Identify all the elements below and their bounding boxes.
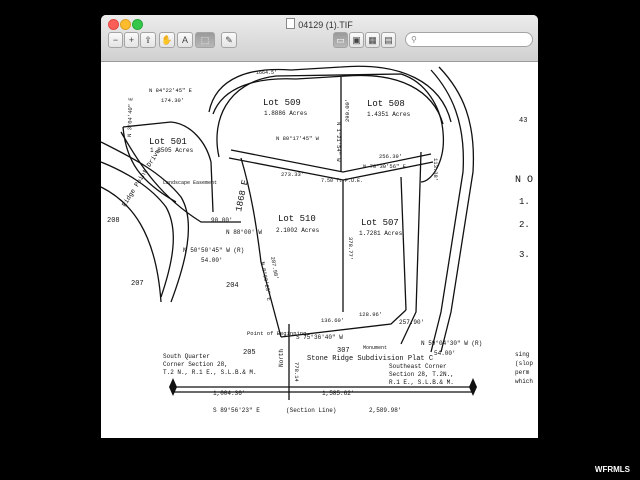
- bearing-label: N 70°30'56" E: [363, 163, 407, 170]
- view-single-button[interactable]: ▭: [333, 32, 348, 48]
- street-label: 1868 E: [234, 179, 251, 213]
- lot-label: Lot 501: [149, 137, 187, 147]
- bearing-label: N 50°50'45" W (R): [183, 247, 244, 254]
- road-label: Ridge Point Drive: [121, 148, 162, 208]
- note-text: perm: [515, 369, 530, 376]
- distance-label: 1,585.62': [322, 390, 354, 397]
- search-icon: ⚲: [411, 35, 417, 44]
- note-number: 1.: [519, 197, 530, 207]
- notes-header: N O: [515, 175, 533, 186]
- lot-label: Lot 510: [278, 214, 316, 224]
- bearing-label: S 89°56'23" E: [213, 407, 260, 414]
- rect-select-button[interactable]: ⬚: [195, 32, 215, 48]
- hand-tool-button[interactable]: ✋: [159, 32, 175, 48]
- bearing-label: N 59°04'30" W (R): [421, 340, 482, 347]
- lot-area: 1.7281 Acres: [359, 230, 403, 237]
- distance-label: 174.30': [161, 97, 184, 104]
- note-text: sing: [515, 351, 530, 358]
- distance-label: 257.90': [399, 319, 424, 326]
- corner-label: South Quarter: [163, 353, 210, 360]
- watermark: WFRMLS: [594, 465, 630, 474]
- document-area[interactable]: Lot 509 1.8886 Acres Lot 508 1.4351 Acre…: [101, 62, 538, 438]
- neighbor-lot-label: 43: [519, 117, 527, 125]
- monument-label: Monument: [363, 345, 387, 351]
- corner-label: T.2 N., R.1 E., S.L.B.& M.: [163, 369, 257, 376]
- plat-title: Stone Ridge Subdivision Plat C: [307, 355, 433, 363]
- lot-area: 1.4351 Acres: [367, 111, 411, 118]
- share-button[interactable]: ⇪: [140, 32, 156, 48]
- bearing-label: N 88°00' W: [226, 229, 262, 236]
- plat-map: Lot 509 1.8886 Acres Lot 508 1.4351 Acre…: [101, 65, 533, 414]
- neighbor-lot-label: 207: [131, 280, 144, 288]
- distance-label: 287.98': [269, 256, 280, 280]
- distance-label: 378.77': [347, 237, 354, 260]
- north-label: North: [278, 349, 285, 367]
- view-contact-button[interactable]: ▦: [365, 32, 380, 48]
- neighbor-lot-label: 208: [107, 217, 120, 225]
- annotate-button[interactable]: ✎: [221, 32, 237, 48]
- window-title: 04129 (1).TIF: [101, 18, 538, 30]
- text-select-button[interactable]: A: [177, 32, 193, 48]
- preview-window: 04129 (1).TIF − + ⇪ ✋ A ⬚ ✎ ▭ ▣ ▦ ▤ ⚲ Lo…: [101, 15, 538, 438]
- bearing-label: N 3°04'40" E: [126, 97, 134, 138]
- bearing-label: N 80°17'45" W: [276, 135, 320, 142]
- distance-label: 1,004.36': [213, 390, 245, 397]
- distance-label: 54.00': [201, 257, 223, 264]
- note-text: (slop: [515, 360, 533, 367]
- distance-label: 136.60': [321, 317, 344, 324]
- distance-label: 128.96': [359, 311, 382, 318]
- corner-label: Corner Section 28,: [163, 361, 228, 368]
- lot-area: 2.1002 Acres: [276, 227, 320, 234]
- zoom-out-button[interactable]: −: [108, 32, 123, 48]
- distance-label: 778.14: [293, 362, 300, 383]
- easement-label: Landscape Easement: [163, 180, 217, 186]
- note-number: 2.: [519, 220, 530, 230]
- neighbor-lot-label: 307: [337, 347, 350, 355]
- lot-area: 1.8886 Acres: [264, 110, 308, 117]
- view-sheet-button[interactable]: ▤: [381, 32, 396, 48]
- note-number: 3.: [519, 250, 530, 260]
- bearing-label: N 84°22'45" E: [149, 87, 193, 94]
- section-line-label: (Section Line): [286, 407, 336, 414]
- lot-label: Lot 508: [367, 99, 405, 109]
- point-of-beginning-label: Point of Beginning: [247, 330, 306, 337]
- lot-label: Lot 509: [263, 98, 301, 108]
- distance-label: 2,589.98': [369, 407, 401, 414]
- distance-label: 113.38': [432, 158, 439, 181]
- document-icon: [286, 18, 296, 29]
- distance-label: 54.00': [434, 350, 456, 357]
- title-bar: 04129 (1).TIF − + ⇪ ✋ A ⬚ ✎ ▭ ▣ ▦ ▤ ⚲: [101, 15, 538, 62]
- corner-label: Section 28, T.2N.,: [389, 371, 454, 378]
- distance-label: 290.00': [344, 99, 351, 122]
- corner-label: Southeast Corner: [389, 363, 447, 370]
- window-title-text: 04129 (1).TIF: [298, 20, 353, 30]
- neighbor-lot-label: 205: [243, 349, 256, 357]
- note-text: which: [515, 378, 533, 385]
- distance-label: 1664.5': [256, 70, 277, 76]
- corner-label: R.1 E., S.L.B.& M.: [389, 379, 454, 386]
- lot-label: Lot 507: [361, 218, 399, 228]
- view-double-button[interactable]: ▣: [349, 32, 364, 48]
- neighbor-lot-label: 204: [226, 282, 239, 290]
- pue-label: 7.50 ft P.U.E.: [321, 178, 363, 184]
- distance-label: 90.00': [211, 217, 233, 224]
- search-field[interactable]: ⚲: [405, 32, 533, 47]
- bearing-label: N 1°21'54" W: [335, 122, 342, 162]
- distance-label: 273.33': [281, 171, 304, 178]
- distance-label: 256.39': [379, 153, 402, 160]
- zoom-in-button[interactable]: +: [124, 32, 139, 48]
